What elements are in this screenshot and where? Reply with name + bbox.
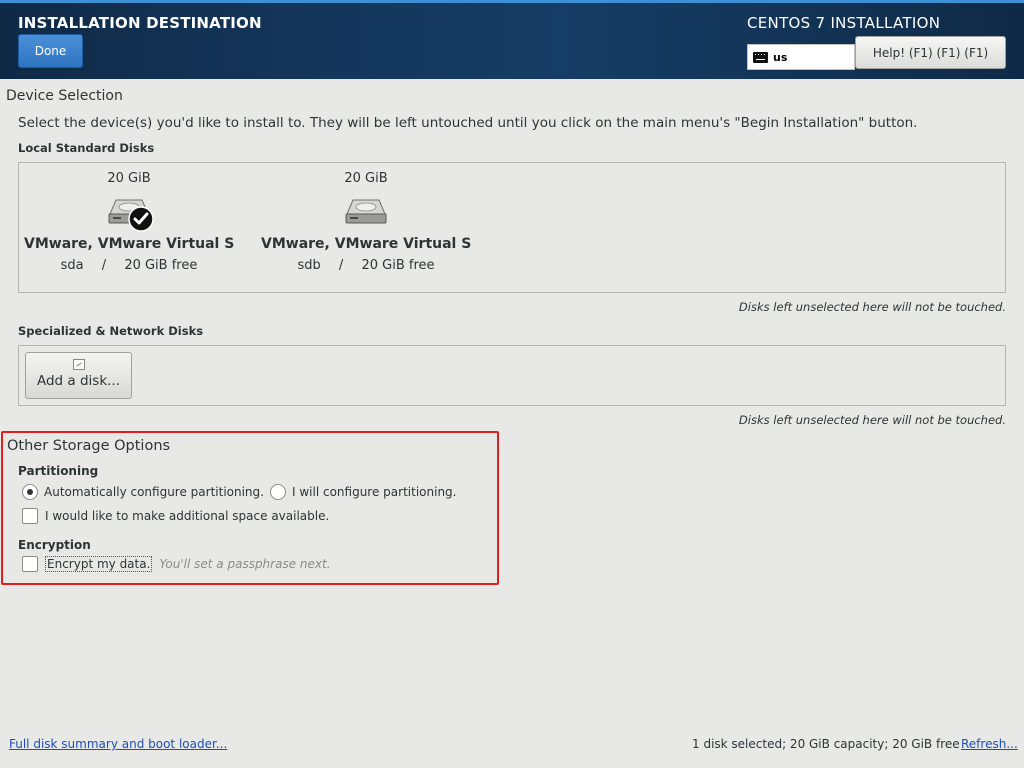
- additional-space-checkbox[interactable]: I would like to make additional space av…: [22, 508, 329, 524]
- add-disk-button[interactable]: Add a disk...: [25, 352, 132, 399]
- encrypt-data-checkbox[interactable]: Encrypt my data. You'll set a passphrase…: [22, 556, 331, 572]
- disk-selection-status: 1 disk selected; 20 GiB capacity; 20 GiB…: [692, 737, 960, 751]
- disk-name: VMware, VMware Virtual S: [24, 236, 235, 252]
- disk-size: 20 GiB: [107, 171, 151, 186]
- other-storage-title: Other Storage Options: [7, 438, 171, 454]
- done-button[interactable]: Done: [18, 34, 83, 68]
- local-disks-panel: 20 GiB VMware, VMware Virtual S sda / 20…: [18, 162, 1006, 293]
- keyboard-layout-label: us: [773, 50, 788, 64]
- keyboard-layout-indicator[interactable]: us: [747, 44, 855, 70]
- disk-free: 20 GiB free: [361, 258, 435, 273]
- device-selection-title: Device Selection: [6, 88, 123, 104]
- help-button[interactable]: Help! (F1) (F1) (F1): [855, 36, 1006, 69]
- hard-disk-icon: [341, 192, 391, 232]
- full-disk-summary-link[interactable]: Full disk summary and boot loader...: [9, 737, 227, 751]
- encryption-label: Encryption: [18, 538, 91, 552]
- add-disk-icon: [72, 359, 85, 370]
- auto-partition-radio[interactable]: Automatically configure partitioning.: [22, 484, 264, 500]
- hard-disk-icon: [104, 192, 154, 232]
- partitioning-label: Partitioning: [18, 464, 99, 478]
- auto-partition-label: Automatically configure partitioning.: [44, 485, 264, 499]
- disk-separator: /: [338, 258, 344, 273]
- product-title: CENTOS 7 INSTALLATION: [747, 14, 941, 32]
- header-bar: INSTALLATION DESTINATION Done CENTOS 7 I…: [0, 0, 1024, 79]
- checkbox-icon: [22, 508, 38, 524]
- add-disk-label: Add a disk...: [36, 373, 121, 389]
- disk-device: sdb: [297, 258, 321, 273]
- manual-partition-radio[interactable]: I will configure partitioning.: [270, 484, 456, 500]
- encrypt-data-label: Encrypt my data.: [45, 556, 153, 572]
- keyboard-icon: [753, 51, 768, 63]
- specialized-disks-note: Disks left unselected here will not be t…: [738, 413, 1006, 427]
- selected-check-icon: [128, 206, 154, 232]
- disk-separator: /: [101, 258, 107, 273]
- additional-space-label: I would like to make additional space av…: [45, 509, 330, 523]
- disk-device: sda: [60, 258, 84, 273]
- encrypt-hint: You'll set a passphrase next.: [159, 557, 331, 571]
- specialized-disks-panel: [18, 345, 1006, 406]
- disk-size: 20 GiB: [344, 171, 388, 186]
- disk-info: sda / 20 GiB free: [24, 258, 234, 273]
- manual-partition-label: I will configure partitioning.: [292, 485, 457, 499]
- local-disks-note: Disks left unselected here will not be t…: [738, 300, 1006, 314]
- radio-unselected-icon: [270, 484, 286, 500]
- disk-info: sdb / 20 GiB free: [261, 258, 471, 273]
- radio-selected-icon: [22, 484, 38, 500]
- disk-sdb[interactable]: 20 GiB VMware, VMware Virtual S sdb / 20…: [261, 171, 471, 273]
- page-title: INSTALLATION DESTINATION: [18, 14, 262, 32]
- disk-free: 20 GiB free: [124, 258, 198, 273]
- disk-name: VMware, VMware Virtual S: [261, 236, 472, 252]
- disk-sda[interactable]: 20 GiB VMware, VMware Virtual S sda / 20…: [24, 171, 234, 273]
- specialized-disks-label: Specialized & Network Disks: [18, 324, 204, 338]
- refresh-link[interactable]: Refresh...: [961, 737, 1018, 751]
- device-selection-instruction: Select the device(s) you'd like to insta…: [18, 115, 918, 131]
- checkbox-icon: [22, 556, 38, 572]
- local-disks-label: Local Standard Disks: [18, 141, 155, 155]
